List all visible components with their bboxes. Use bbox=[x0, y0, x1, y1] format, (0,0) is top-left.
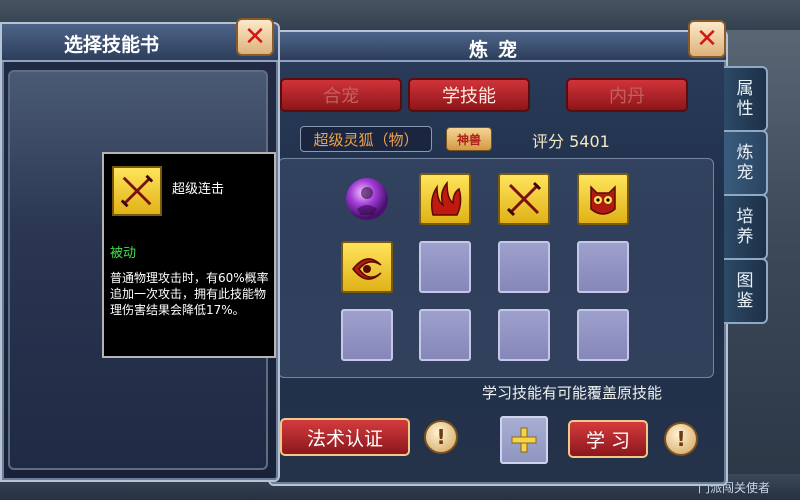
empty-skill-slot[interactable] bbox=[577, 241, 629, 293]
pet-window-title-bar: 炼宠 bbox=[270, 32, 726, 62]
skill-slot[interactable] bbox=[577, 173, 629, 225]
tooltip-skill-type: 被动 bbox=[110, 246, 137, 261]
pet-name-selector[interactable]: 超级灵狐（物） bbox=[300, 126, 432, 152]
tooltip-skill-name: 超级连击 bbox=[172, 182, 225, 197]
owl-icon bbox=[590, 185, 616, 215]
flame-claw-icon bbox=[430, 180, 462, 216]
empty-skill-slot[interactable] bbox=[419, 309, 471, 361]
side-tab-label: 炼 bbox=[736, 143, 754, 163]
empty-skill-slot[interactable] bbox=[341, 309, 393, 361]
close-skillbook-window-button[interactable]: ✕ bbox=[236, 18, 274, 56]
learn-button[interactable]: 学 习 bbox=[568, 420, 648, 458]
learn-skill-hint: 学习技能有可能覆盖原技能 bbox=[482, 384, 663, 402]
side-tab-cultivate[interactable]: 培 养 bbox=[724, 194, 768, 260]
side-tab-label: 宠 bbox=[736, 163, 754, 183]
side-tab-label: 鉴 bbox=[736, 291, 754, 311]
side-tab-handbook[interactable]: 图 鉴 bbox=[724, 258, 768, 324]
skill-grid-panel bbox=[278, 158, 714, 378]
certify-info-button[interactable]: ! bbox=[424, 420, 458, 454]
skill-slot[interactable] bbox=[419, 173, 471, 225]
crossed-swords-icon bbox=[506, 181, 542, 217]
learn-info-button[interactable]: ! bbox=[664, 422, 698, 456]
crossed-swords-icon bbox=[120, 174, 154, 208]
plus-icon bbox=[511, 427, 537, 453]
add-skillbook-slot[interactable] bbox=[500, 416, 548, 464]
close-icon: ✕ bbox=[696, 24, 718, 54]
tab-inner-core[interactable]: 内丹 bbox=[566, 78, 688, 112]
side-tab-train-pet[interactable]: 炼 宠 bbox=[724, 130, 768, 196]
empty-skill-slot[interactable] bbox=[498, 241, 550, 293]
close-icon: ✕ bbox=[244, 22, 266, 52]
skill-slot[interactable] bbox=[341, 241, 393, 293]
tooltip-skill-icon bbox=[112, 166, 162, 216]
pet-score: 评分 5401 bbox=[532, 132, 610, 151]
pet-rank-badge: 神兽 bbox=[446, 127, 492, 151]
purple-orb-icon bbox=[346, 178, 388, 220]
skillbook-window-title: 选择技能书 bbox=[64, 34, 160, 56]
close-pet-window-button[interactable]: ✕ bbox=[688, 20, 726, 58]
tab-learn-skill[interactable]: 学技能 bbox=[408, 78, 530, 112]
side-tab-label: 属 bbox=[736, 79, 754, 99]
side-tab-label: 图 bbox=[736, 271, 754, 291]
tab-merge-pet[interactable]: 合宠 bbox=[280, 78, 402, 112]
empty-skill-slot[interactable] bbox=[577, 309, 629, 361]
tooltip-skill-description: 普通物理攻击时，有60%概率追加一次攻击，拥有此技能物理伤害结果会降低17%。 bbox=[110, 271, 269, 317]
pet-training-window: 炼宠 合宠 学技能 内丹 超级灵狐（物） 神兽 评分 5401 学习技能有可能覆… bbox=[268, 30, 728, 486]
certify-spell-button[interactable]: 法术认证 bbox=[280, 418, 410, 456]
side-tab-label: 培 bbox=[736, 207, 754, 227]
skill-slot[interactable] bbox=[341, 173, 393, 225]
skill-slot[interactable] bbox=[498, 173, 550, 225]
skill-tooltip: 超级连击 被动 普通物理攻击时，有60%概率追加一次攻击，拥有此技能物理伤害结果… bbox=[102, 152, 276, 358]
side-tab-label: 性 bbox=[736, 99, 754, 119]
pet-window-title: 炼宠 bbox=[468, 39, 527, 61]
empty-skill-slot[interactable] bbox=[419, 241, 471, 293]
eye-swirl-icon bbox=[352, 258, 382, 280]
exclamation-icon: ! bbox=[676, 427, 686, 451]
exclamation-icon: ! bbox=[436, 425, 446, 449]
side-tab-attributes[interactable]: 属 性 bbox=[724, 66, 768, 132]
empty-skill-slot[interactable] bbox=[498, 309, 550, 361]
side-tab-label: 养 bbox=[736, 227, 754, 247]
